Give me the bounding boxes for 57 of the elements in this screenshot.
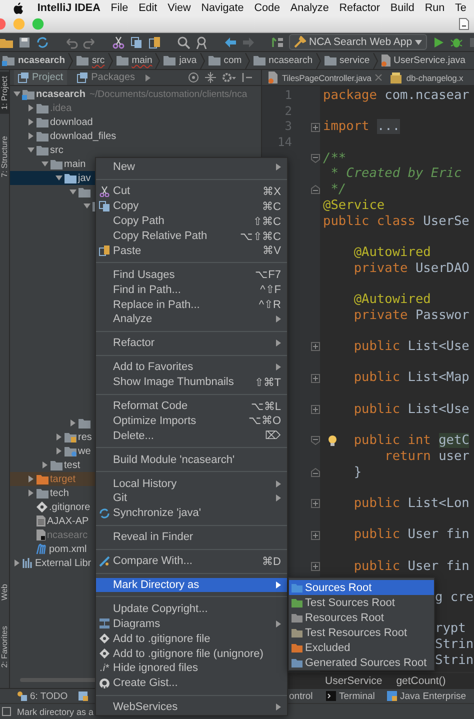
- code-line: package com.ncasear: [323, 88, 470, 103]
- shortcut-label: ⌘D: [262, 554, 281, 568]
- tree-item-label: download_files: [50, 130, 116, 142]
- shortcut-label: ⌦: [265, 429, 281, 442]
- tree-item-label: target: [50, 474, 76, 484]
- code-line: public List<Map: [352, 370, 470, 386]
- code-line: public int getC: [352, 433, 470, 448]
- tree-item-label: .idea: [50, 102, 72, 114]
- code-line: public List<Use: [352, 339, 470, 354]
- shortcut-label: ⌥⌘O: [248, 414, 281, 428]
- code-line: g cre: [435, 590, 474, 605]
- shortcut-label: ^⇧R: [258, 298, 281, 312]
- code-line: public User fin: [352, 527, 470, 542]
- shortcut-label: ⇧⌘C: [253, 214, 281, 228]
- code-line: rypt: [435, 621, 466, 636]
- code-line: public class UserSe: [323, 214, 470, 228]
- tree-item-label: External Libr: [35, 558, 92, 568]
- code-line: }: [352, 464, 362, 480]
- tree-item-label: ncasearc: [47, 530, 88, 540]
- tree-item-label: res: [78, 432, 92, 442]
- code-line: @Autowired: [352, 292, 431, 307]
- shortcut-label: ⌘V: [262, 244, 281, 258]
- code-line: import ...: [323, 119, 400, 134]
- code-line: private UserDAO: [352, 260, 470, 276]
- code-line: public User fin: [352, 558, 470, 574]
- tree-item-label: src: [50, 144, 64, 156]
- tree-item-label: download: [50, 116, 93, 128]
- code-line: */: [330, 182, 346, 198]
- tree-item-label: AJAX-AP: [47, 516, 89, 526]
- tree-item-label: tech: [50, 488, 69, 498]
- shortcut-label: ⌥F7: [255, 268, 281, 282]
- tree-item-label: pom.xml: [49, 544, 87, 554]
- code-line: @Service: [323, 198, 385, 213]
- shortcut-label: ⌘X: [262, 184, 281, 198]
- tree-item-label: .gitignore: [49, 502, 90, 512]
- code-line: Strin: [435, 637, 474, 652]
- shortcut-label: ⌥⇧⌘C: [240, 230, 281, 242]
- code-line: @Autowired: [352, 244, 431, 260]
- shortcut-label: ⇧⌘T: [254, 376, 281, 389]
- tree-item-label: main: [64, 158, 86, 170]
- shortcut-label: ^⇧F: [260, 283, 281, 296]
- ignored-files-icon: .i*: [100, 662, 109, 674]
- code-line: public List<Lon: [352, 496, 470, 511]
- code-line: Strin: [435, 652, 474, 668]
- shortcut-label: ⌘C: [262, 200, 281, 213]
- path-label: ~/Documents/customation/clients/nca: [89, 88, 248, 100]
- code-line: /**: [323, 150, 346, 166]
- code-line: private Passwor: [352, 308, 470, 323]
- code-line: return user: [384, 448, 470, 464]
- tree-item-label: ncasearch: [36, 88, 86, 100]
- status-text: Mark directory as a: [17, 706, 94, 716]
- code-line: public List<Use: [352, 402, 470, 417]
- shortcut-label: ⌥⌘L: [250, 400, 281, 413]
- tree-item-label: we: [78, 446, 91, 456]
- tree-item-label: test: [64, 460, 80, 470]
- tree-item-label: jav: [78, 172, 91, 184]
- code-line: * Created by Eric: [330, 166, 462, 182]
